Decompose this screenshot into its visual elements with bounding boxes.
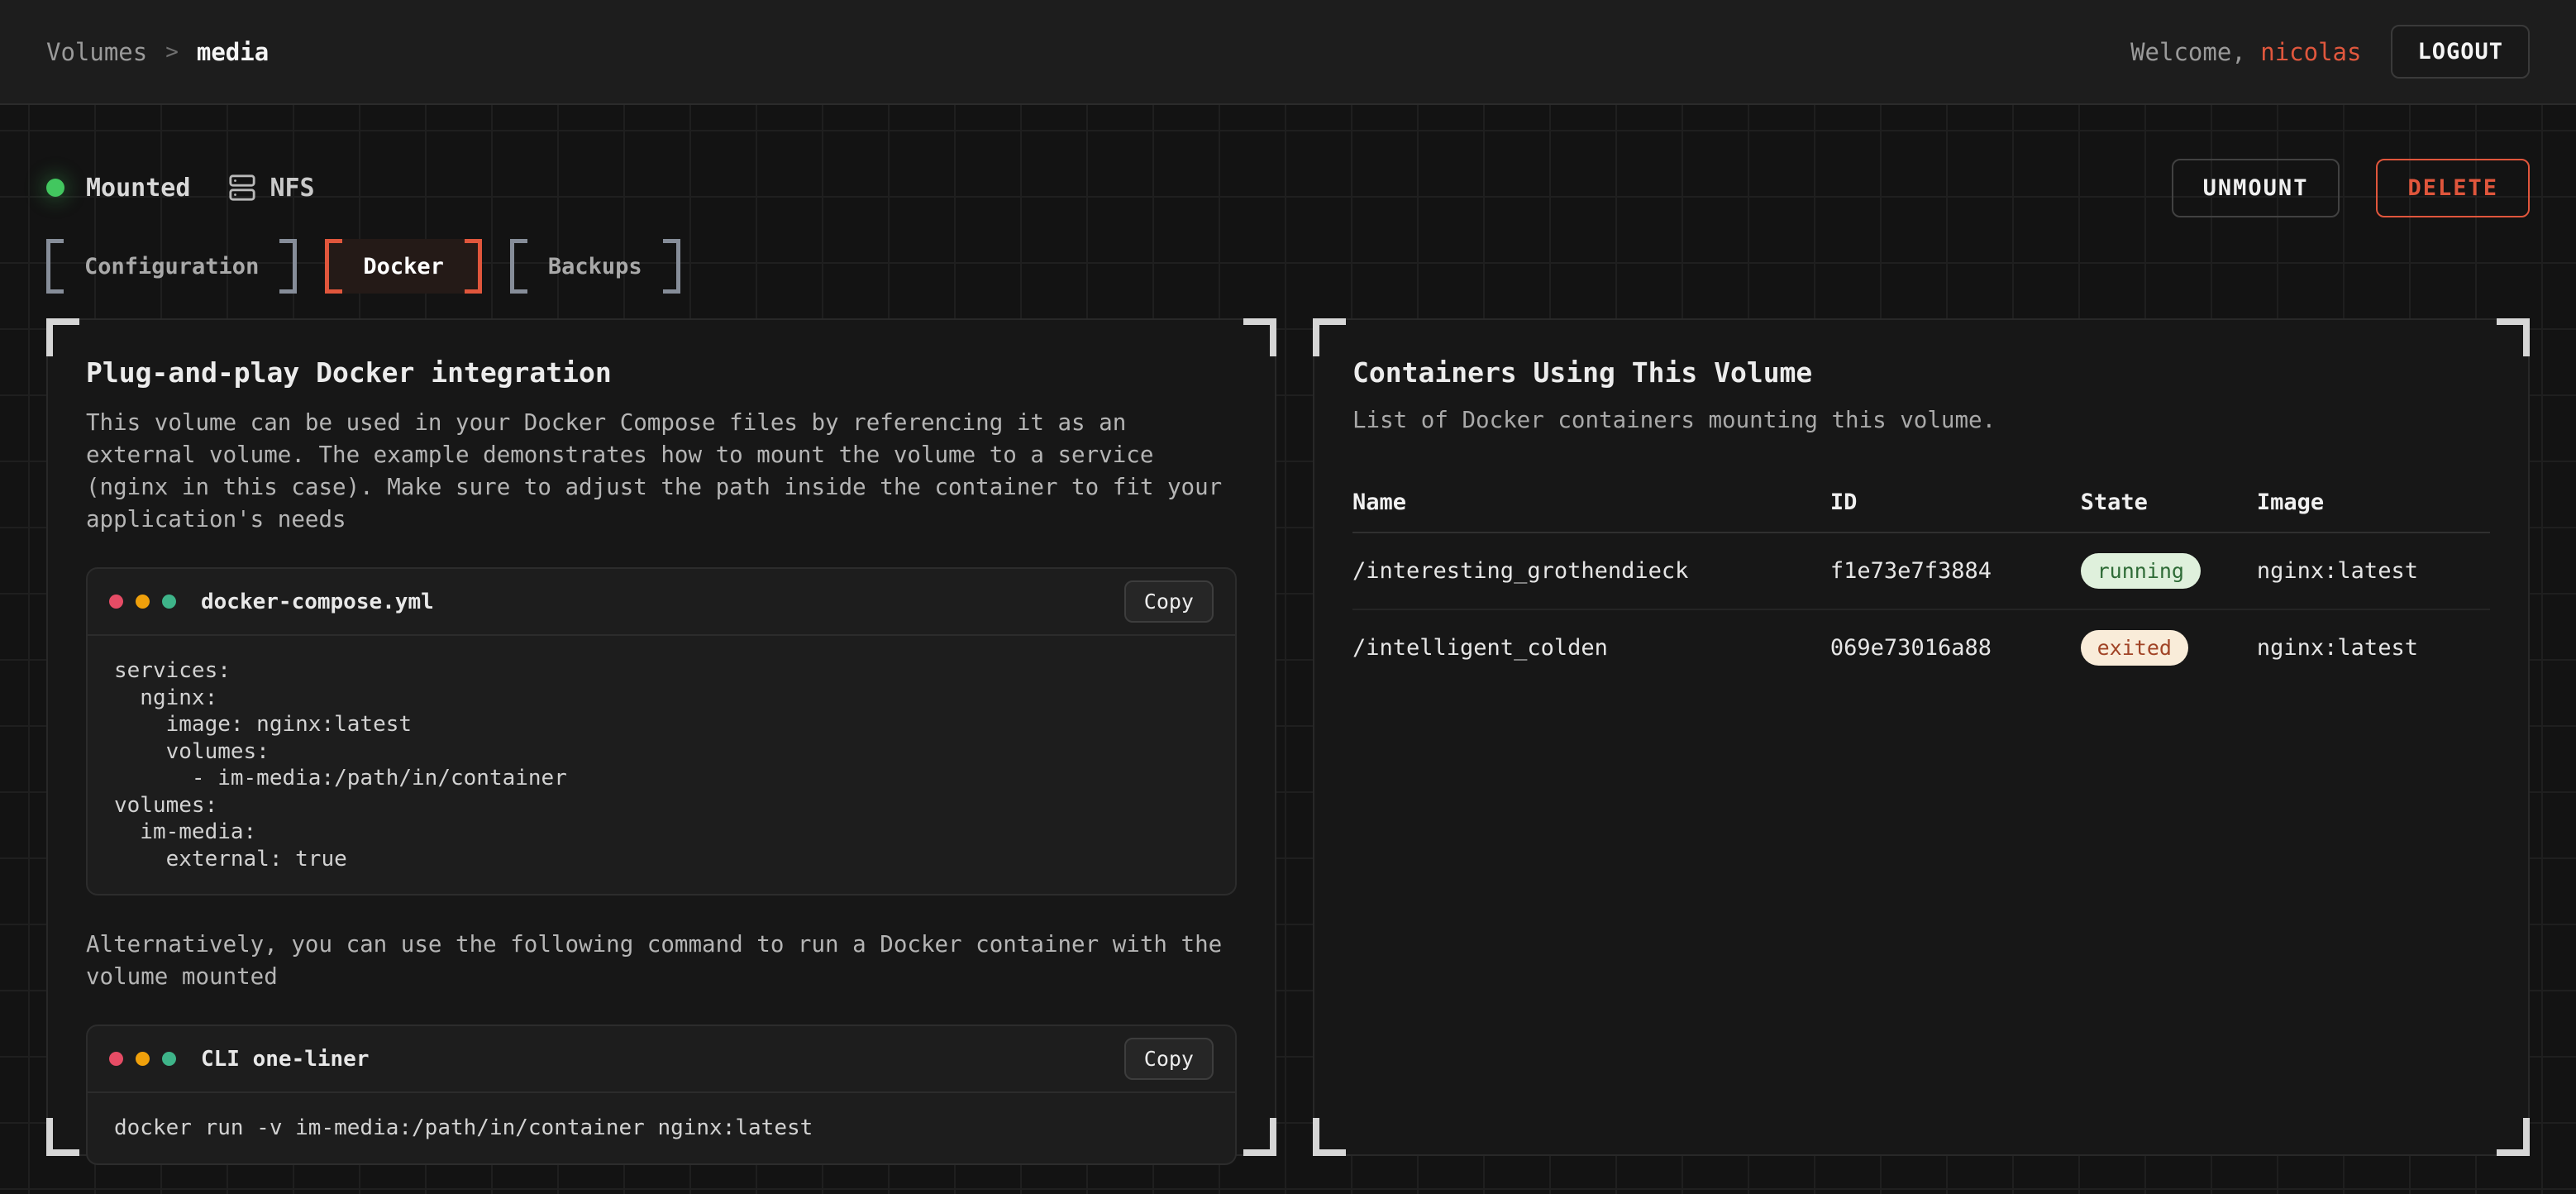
welcome-prefix: Welcome, (2130, 38, 2260, 66)
cli-code-content: docker run -v im-media:/path/in/containe… (88, 1093, 1235, 1163)
column-header-image: Image (2257, 476, 2490, 533)
tab-backups[interactable]: Backups (510, 239, 680, 294)
container-name: /intelligent_colden (1352, 609, 1830, 685)
copy-cli-button[interactable]: Copy (1124, 1038, 1214, 1080)
container-id: f1e73e7f3884 (1830, 533, 2081, 609)
corner-bracket-icon (1313, 318, 1346, 356)
table-row: /intelligent_colden 069e73016a88 exited … (1352, 609, 2490, 685)
corner-bracket-icon (2497, 318, 2530, 356)
window-dot-green-icon (162, 595, 176, 609)
top-bar: Volumes > media Welcome, nicolas LOGOUT (0, 0, 2576, 105)
containers-panel-subtitle: List of Docker containers mounting this … (1352, 407, 2490, 433)
window-dot-yellow-icon (136, 1052, 150, 1066)
column-header-state: State (2081, 476, 2257, 533)
breadcrumb-separator: > (165, 40, 179, 64)
breadcrumb-volumes-link[interactable]: Volumes (46, 38, 147, 66)
server-icon (228, 174, 256, 202)
cli-code-block: CLI one-liner Copy docker run -v im-medi… (86, 1024, 1237, 1165)
containers-table: Name ID State Image /interesting_grothen… (1352, 476, 2490, 685)
docker-integration-panel: Plug-and-play Docker integration This vo… (46, 318, 1276, 1156)
container-name: /interesting_grothendieck (1352, 533, 1830, 609)
welcome-text: Welcome, nicolas (2130, 38, 2361, 66)
docker-panel-description: This volume can be used in your Docker C… (86, 407, 1237, 536)
top-bar-right: Welcome, nicolas LOGOUT (2130, 25, 2530, 79)
table-row: /interesting_grothendieck f1e73e7f3884 r… (1352, 533, 2490, 609)
corner-bracket-icon (1243, 318, 1276, 356)
mounted-status-label: Mounted (86, 174, 190, 203)
container-image: nginx:latest (2257, 533, 2490, 609)
logout-button[interactable]: LOGOUT (2391, 25, 2530, 79)
compose-code-header: docker-compose.yml Copy (88, 569, 1235, 636)
corner-bracket-icon (2497, 1118, 2530, 1156)
filesystem-type-label: NFS (270, 174, 314, 203)
container-state: running (2081, 533, 2257, 609)
containers-panel: Containers Using This Volume List of Doc… (1313, 318, 2530, 1156)
compose-file-name: docker-compose.yml (201, 590, 434, 614)
container-state: exited (2081, 609, 2257, 685)
container-image: nginx:latest (2257, 609, 2490, 685)
filesystem-type: NFS (228, 174, 314, 203)
column-header-name: Name (1352, 476, 1830, 533)
compose-code-block: docker-compose.yml Copy services: nginx:… (86, 567, 1237, 896)
main-content: Mounted NFS UNMOUNT DELETE Configuration… (0, 105, 2576, 1194)
corner-bracket-icon (1243, 1118, 1276, 1156)
window-control-dots (109, 1052, 176, 1066)
breadcrumb-current-volume: media (197, 38, 269, 66)
window-control-dots (109, 595, 176, 609)
status-badge: exited (2081, 630, 2188, 666)
volume-status-row: Mounted NFS UNMOUNT DELETE (46, 158, 2530, 217)
containers-panel-title: Containers Using This Volume (1352, 356, 2490, 389)
delete-button[interactable]: DELETE (2376, 159, 2530, 217)
corner-bracket-icon (1313, 1118, 1346, 1156)
tab-bar: Configuration Docker Backups (46, 239, 2530, 294)
mounted-status-dot-icon (46, 179, 64, 197)
breadcrumb: Volumes > media (46, 38, 269, 66)
tab-configuration[interactable]: Configuration (46, 239, 297, 294)
window-dot-red-icon (109, 595, 123, 609)
status-badge: running (2081, 553, 2201, 589)
panels-row: Plug-and-play Docker integration This vo… (46, 318, 2530, 1156)
containers-table-header-row: Name ID State Image (1352, 476, 2490, 533)
corner-bracket-icon (46, 1118, 79, 1156)
window-dot-green-icon (162, 1052, 176, 1066)
unmount-button[interactable]: UNMOUNT (2172, 159, 2340, 217)
docker-panel-title: Plug-and-play Docker integration (86, 356, 1237, 389)
window-dot-red-icon (109, 1052, 123, 1066)
cli-block-title: CLI one-liner (201, 1047, 370, 1072)
column-header-id: ID (1830, 476, 2081, 533)
tab-docker[interactable]: Docker (325, 239, 482, 294)
username: nicolas (2260, 38, 2361, 66)
container-id: 069e73016a88 (1830, 609, 2081, 685)
compose-code-content: services: nginx: image: nginx:latest vol… (88, 636, 1235, 894)
cli-code-header: CLI one-liner Copy (88, 1026, 1235, 1093)
corner-bracket-icon (46, 318, 79, 356)
cli-intro-text: Alternatively, you can use the following… (86, 929, 1237, 993)
window-dot-yellow-icon (136, 595, 150, 609)
copy-compose-button[interactable]: Copy (1124, 580, 1214, 623)
